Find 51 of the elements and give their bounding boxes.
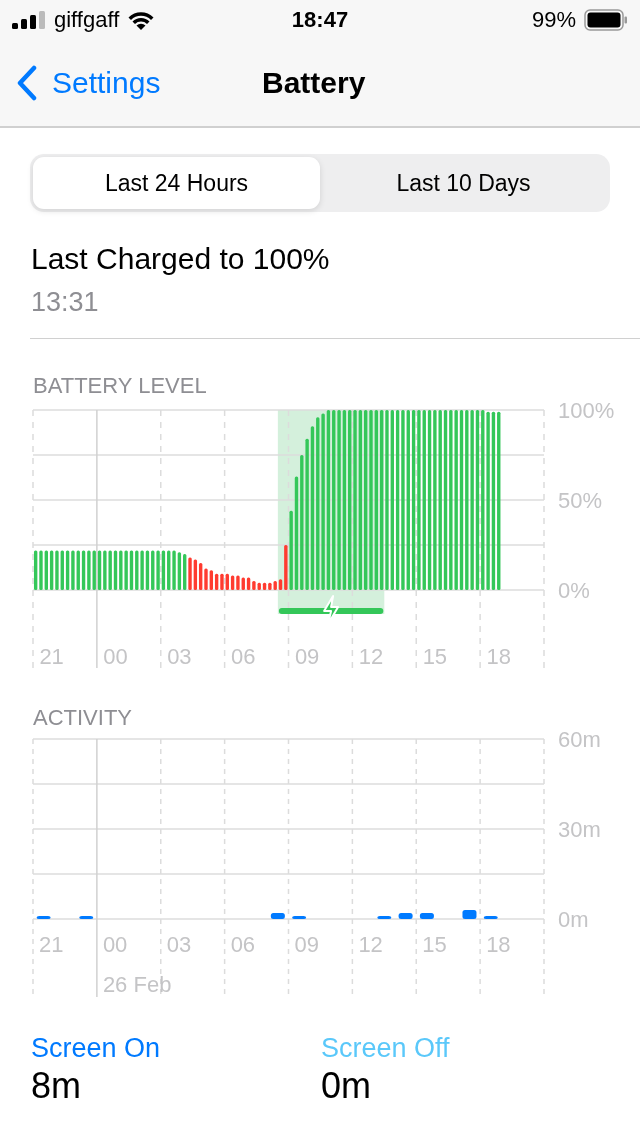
section-heading: ACTIVITY <box>32 705 133 731</box>
section-heading: BATTERY LEVEL <box>32 373 208 399</box>
axis-label: 06 <box>230 932 256 957</box>
activity-bar <box>398 913 413 919</box>
activity-bar <box>483 916 498 919</box>
axis-label: 00 <box>102 932 128 957</box>
axis-label: 12 <box>358 932 383 957</box>
legend-value: 0m <box>321 1064 372 1108</box>
last-charged-time: 13:31 <box>31 286 100 319</box>
axis-label: 30m <box>558 817 601 842</box>
axis-label: 100% <box>558 400 615 423</box>
legend-label: Screen On <box>31 1032 162 1064</box>
axis-label: 18 <box>486 644 511 669</box>
wifi-icon <box>127 10 156 30</box>
axis-label: 12 <box>358 644 384 669</box>
activity-bar <box>270 913 285 919</box>
legend-value: 8m <box>31 1064 82 1108</box>
axis-label: 18 <box>486 932 511 957</box>
activity-bar <box>377 916 392 919</box>
axis-label: 15 <box>422 932 447 957</box>
back-button[interactable]: Settings <box>0 65 161 101</box>
axis-label: 50% <box>558 488 603 513</box>
axis-label: 60m <box>558 732 601 752</box>
battery-percent: 99% <box>531 7 576 33</box>
page-title: Battery <box>262 66 366 100</box>
axis-label: 0m <box>558 907 589 932</box>
clock-time: 18:47 <box>291 7 349 33</box>
activity-bar <box>36 916 51 919</box>
axis-label: 21 <box>39 932 64 957</box>
signal-icon <box>12 11 46 29</box>
carrier-name: giffgaff <box>54 7 120 33</box>
activity-bar <box>79 916 94 919</box>
segment-tab[interactable]: Last 24 Hours <box>33 157 320 209</box>
activity-bar <box>292 916 307 919</box>
date-label: 26 Feb <box>102 972 172 997</box>
axis-label: 09 <box>294 932 319 957</box>
axis-label: 06 <box>231 644 256 669</box>
axis-label: 15 <box>422 644 448 669</box>
axis-label: 0% <box>558 578 590 603</box>
chevron-left-icon <box>16 65 38 101</box>
axis-label: 03 <box>166 932 192 957</box>
activity-bar <box>419 913 434 919</box>
last-charged-title: Last Charged to 100% <box>31 241 331 277</box>
axis-label: 03 <box>167 644 192 669</box>
segment-tab[interactable]: Last 10 Days <box>320 157 607 209</box>
axis-label: 09 <box>294 644 320 669</box>
legend-label: Screen Off <box>321 1032 451 1064</box>
battery-icon <box>584 9 628 31</box>
axis-label: 00 <box>103 644 128 669</box>
axis-label: 21 <box>39 644 64 669</box>
activity-bar <box>462 910 477 919</box>
